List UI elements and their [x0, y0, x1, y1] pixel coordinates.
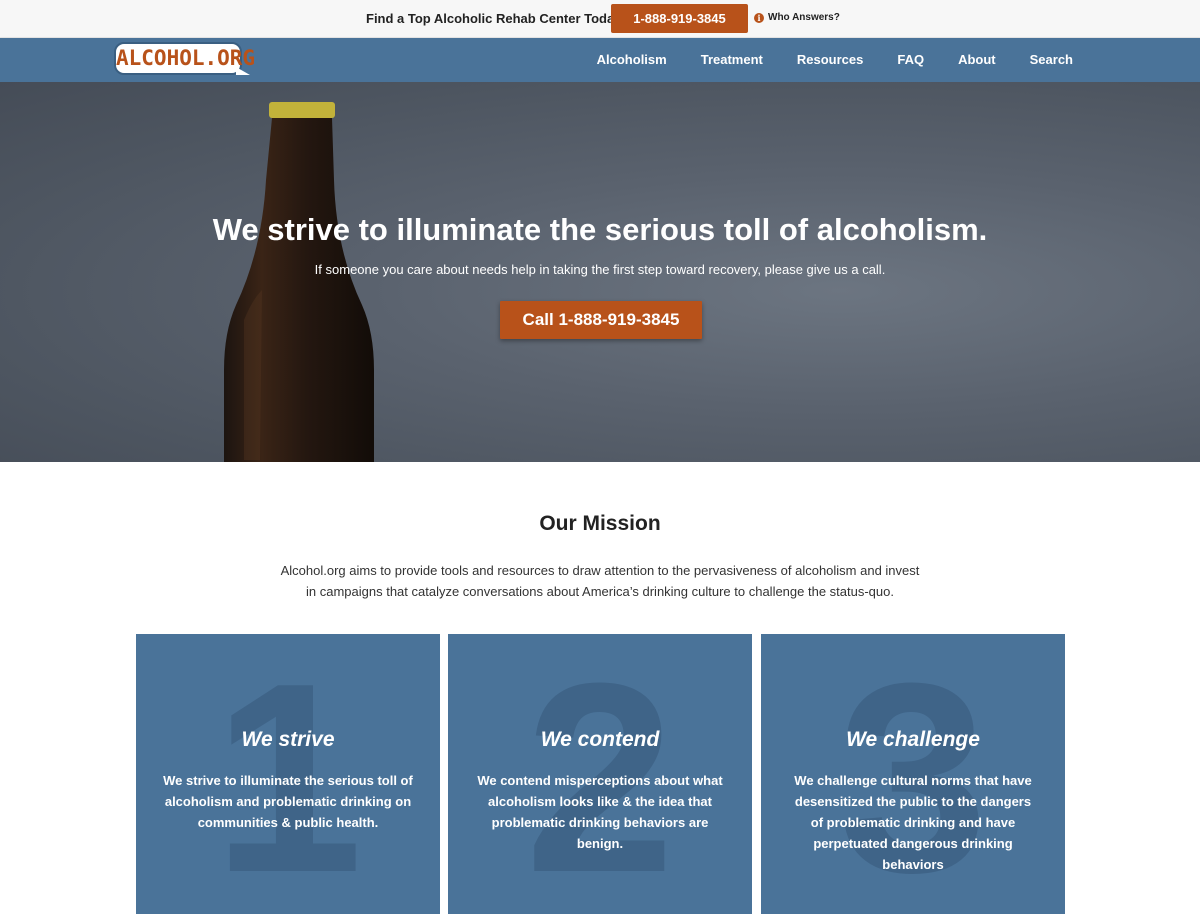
main-nav: ALCOHOL.ORG Alcoholism Treatment Resourc… [0, 38, 1200, 82]
logo-text: ALCOHOL.ORG [116, 46, 256, 70]
nav-item-alcoholism[interactable]: Alcoholism [580, 38, 684, 82]
nav-menu: Alcoholism Treatment Resources FAQ About… [580, 38, 1090, 82]
beer-bottle-image [224, 102, 374, 462]
nav-item-search[interactable]: Search [1013, 38, 1090, 82]
card-title: We strive [241, 728, 335, 751]
card-text: We strive to illuminate the serious toll… [163, 773, 413, 830]
info-circle-icon: i [754, 12, 764, 23]
top-phone-button[interactable]: 1-888-919-3845 [611, 4, 748, 33]
nav-item-faq[interactable]: FAQ [880, 38, 941, 82]
mission-card-strive: 1 We strive We strive to illuminate the … [136, 634, 440, 914]
card-title: We contend [540, 728, 660, 751]
mission-card-challenge: 3 We challenge We challenge cultural nor… [761, 634, 1065, 914]
top-promo-bar: Find a Top Alcoholic Rehab Center Today.… [0, 0, 1200, 38]
hero-call-button[interactable]: Call 1-888-919-3845 [500, 301, 702, 339]
hero-banner: We strive to illuminate the serious toll… [0, 82, 1200, 462]
nav-item-treatment[interactable]: Treatment [684, 38, 780, 82]
site-logo[interactable]: ALCOHOL.ORG [114, 42, 256, 75]
nav-item-about[interactable]: About [941, 38, 1013, 82]
mission-title: Our Mission [539, 512, 661, 535]
card-text: We challenge cultural norms that have de… [794, 773, 1032, 872]
who-answers-label: Who Answers? [768, 12, 840, 23]
card-title: We challenge [846, 728, 980, 751]
who-answers-link[interactable]: i Who Answers? [754, 12, 840, 23]
hero-subtitle: If someone you care about needs help in … [314, 262, 886, 277]
card-text: We contend misperceptions about what alc… [477, 773, 723, 851]
promo-text: Find a Top Alcoholic Rehab Center Today. [366, 11, 625, 26]
mission-text: Alcohol.org aims to provide tools and re… [280, 563, 920, 599]
nav-item-resources[interactable]: Resources [780, 38, 880, 82]
hero-title: We strive to illuminate the serious toll… [212, 212, 988, 247]
mission-card-contend: 2 We contend We contend misperceptions a… [448, 634, 752, 914]
